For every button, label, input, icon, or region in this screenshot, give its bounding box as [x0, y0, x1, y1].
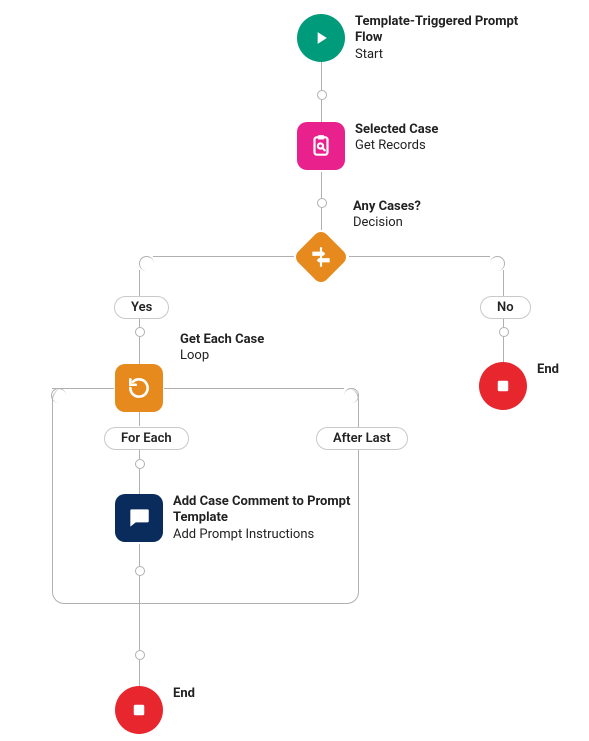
node-subtitle: Add Prompt Instructions — [173, 527, 373, 543]
connector-line — [139, 469, 140, 496]
connector-line — [321, 172, 322, 198]
connector-line — [139, 270, 140, 296]
flow-node-get-records[interactable]: Selected Case Get Records — [297, 122, 438, 170]
flow-node-decision[interactable] — [293, 229, 349, 285]
stop-icon — [115, 686, 163, 734]
node-subtitle: Start — [355, 47, 545, 63]
connector-corner — [139, 256, 154, 271]
branch-label-text: Yes — [131, 300, 152, 315]
flow-node-start[interactable]: Template-Triggered Prompt Flow Start — [297, 14, 545, 63]
connector-corner — [344, 388, 359, 403]
branch-label-text: After Last — [333, 431, 391, 446]
node-title: Selected Case — [355, 122, 438, 138]
node-subtitle: Get Records — [355, 138, 438, 154]
connector-node — [135, 650, 145, 660]
connector-line — [164, 388, 344, 389]
play-icon — [297, 14, 345, 62]
flow-node-end-no[interactable]: End — [479, 362, 559, 410]
flow-node-add-prompt-instructions[interactable]: Add Case Comment to Prompt Template Add … — [115, 494, 373, 543]
branch-label-after-last: After Last — [316, 427, 408, 450]
node-title: End — [537, 362, 559, 378]
node-title: Template-Triggered Prompt Flow — [355, 14, 545, 47]
loop-icon — [115, 364, 163, 412]
clipboard-search-icon — [297, 122, 345, 170]
flow-canvas: Yes No For Each After Last Template-Trig… — [0, 0, 589, 741]
connector-line — [321, 100, 322, 124]
connector-node — [135, 459, 145, 469]
connector-line — [139, 576, 140, 603]
flow-node-decision-label: Any Cases? Decision — [353, 199, 421, 232]
connector-node — [317, 90, 327, 100]
connector-corner — [490, 256, 505, 271]
connector-corner — [51, 388, 66, 403]
connector-node — [135, 566, 145, 576]
node-title: Get Each Case — [180, 332, 264, 348]
connector-line — [139, 604, 140, 650]
node-subtitle: Decision — [353, 215, 421, 231]
flow-node-loop[interactable] — [115, 364, 163, 412]
connector-line — [503, 270, 504, 296]
connector-line — [153, 256, 294, 257]
flow-node-end-yes[interactable]: End — [115, 686, 195, 734]
connector-node — [499, 327, 509, 337]
connector-line — [139, 544, 140, 566]
connector-line — [139, 660, 140, 688]
branch-label-text: No — [497, 300, 514, 315]
connector-line — [139, 412, 140, 426]
branch-label-text: For Each — [121, 431, 172, 446]
connector-line — [321, 62, 322, 90]
chat-icon — [115, 494, 163, 542]
node-subtitle: Loop — [180, 348, 264, 364]
node-title: Any Cases? — [353, 199, 421, 215]
branch-label-no: No — [480, 296, 531, 319]
connector-node — [317, 198, 327, 208]
signpost-icon — [293, 229, 349, 285]
branch-label-for-each: For Each — [104, 427, 189, 450]
node-title: Add Case Comment to Prompt Template — [173, 494, 373, 527]
node-title: End — [173, 686, 195, 702]
connector-line — [503, 337, 504, 364]
stop-icon — [479, 362, 527, 410]
branch-label-yes: Yes — [114, 296, 169, 319]
connector-line — [349, 256, 490, 257]
connector-line — [321, 208, 322, 230]
flow-node-loop-label: Get Each Case Loop — [115, 332, 264, 365]
